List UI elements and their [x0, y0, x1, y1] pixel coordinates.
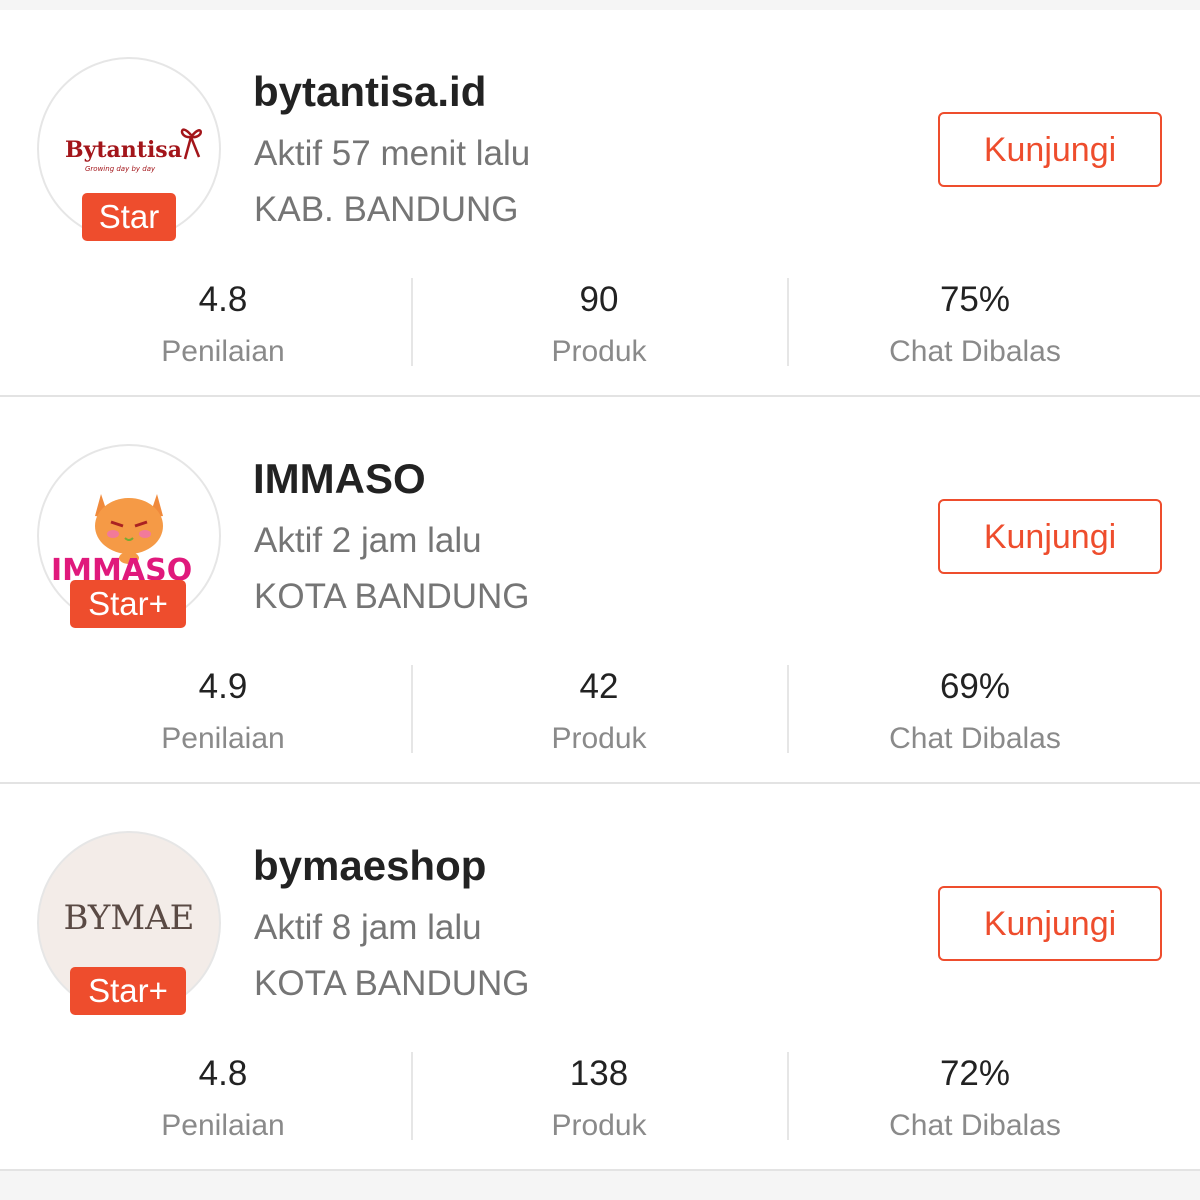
stat-products: 138 Produk: [411, 1052, 787, 1148]
shop-stats: 4.9 Penilaian 42 Produk 69% Chat Dibalas: [0, 665, 1200, 755]
ribbon-icon: [180, 128, 202, 160]
logo-text: BYMAE: [63, 898, 194, 938]
stat-value: 69%: [939, 667, 1011, 706]
stat-label: Chat Dibalas: [889, 1109, 1061, 1142]
visit-button[interactable]: Kunjungi: [938, 112, 1162, 187]
stat-value: 75%: [939, 280, 1011, 319]
shop-name[interactable]: IMMASO: [253, 455, 426, 503]
stat-value: 72%: [939, 1054, 1011, 1093]
stat-label: Produk: [551, 1109, 647, 1142]
logo-tagline: Growing day by day: [85, 165, 156, 173]
stat-chat-reply: 72% Chat Dibalas: [787, 1052, 1163, 1148]
shop-location: KOTA BANDUNG: [254, 964, 530, 1003]
stat-label: Chat Dibalas: [889, 722, 1061, 755]
shop-card-bytantisa[interactable]: Bytantisa Growing day by day Star bytant…: [0, 10, 1200, 397]
shop-stats: 4.8 Penilaian 90 Produk 75% Chat Dibalas: [0, 278, 1200, 368]
seller-badge: Star+: [70, 967, 186, 1015]
shop-name[interactable]: bymaeshop: [253, 842, 486, 890]
top-spacer: [0, 0, 1200, 10]
stat-rating: 4.8 Penilaian: [35, 1052, 411, 1148]
stat-value: 4.8: [198, 280, 248, 319]
shop-location: KAB. BANDUNG: [254, 190, 519, 229]
stat-label: Produk: [551, 335, 647, 368]
seller-badge: Star+: [70, 580, 186, 628]
stat-label: Penilaian: [161, 722, 285, 755]
shop-active-status: Aktif 2 jam lalu: [254, 521, 482, 560]
shop-avatar[interactable]: BYMAE Star+: [37, 831, 221, 1017]
stat-value: 4.9: [198, 667, 248, 706]
stat-products: 42 Produk: [411, 665, 787, 761]
stat-label: Produk: [551, 722, 647, 755]
stat-label: Penilaian: [161, 1109, 285, 1142]
logo-text: Bytantisa: [65, 137, 182, 163]
stat-rating: 4.8 Penilaian: [35, 278, 411, 374]
stat-value: 138: [569, 1054, 629, 1093]
shop-card-bymaeshop[interactable]: BYMAE Star+ bymaeshop Aktif 8 jam lalu K…: [0, 784, 1200, 1171]
shop-card-immaso[interactable]: IMMASO Star+ IMMASO Aktif 2 jam lalu KOT…: [0, 397, 1200, 784]
stat-value: 90: [579, 280, 619, 319]
shop-name[interactable]: bytantisa.id: [253, 68, 486, 116]
stat-products: 90 Produk: [411, 278, 787, 374]
shop-stats: 4.8 Penilaian 138 Produk 72% Chat Dibala…: [0, 1052, 1200, 1142]
stat-value: 4.8: [198, 1054, 248, 1093]
stat-label: Chat Dibalas: [889, 335, 1061, 368]
stat-rating: 4.9 Penilaian: [35, 665, 411, 761]
stat-chat-reply: 75% Chat Dibalas: [787, 278, 1163, 374]
stat-chat-reply: 69% Chat Dibalas: [787, 665, 1163, 761]
shop-active-status: Aktif 8 jam lalu: [254, 908, 482, 947]
stat-label: Penilaian: [161, 335, 285, 368]
shop-active-status: Aktif 57 menit lalu: [254, 134, 531, 173]
shop-avatar[interactable]: IMMASO Star+: [37, 444, 221, 630]
shop-avatar[interactable]: Bytantisa Growing day by day Star: [37, 57, 221, 243]
visit-button[interactable]: Kunjungi: [938, 499, 1162, 574]
shop-location: KOTA BANDUNG: [254, 577, 530, 616]
stat-value: 42: [579, 667, 619, 706]
seller-badge: Star: [82, 193, 176, 241]
visit-button[interactable]: Kunjungi: [938, 886, 1162, 961]
